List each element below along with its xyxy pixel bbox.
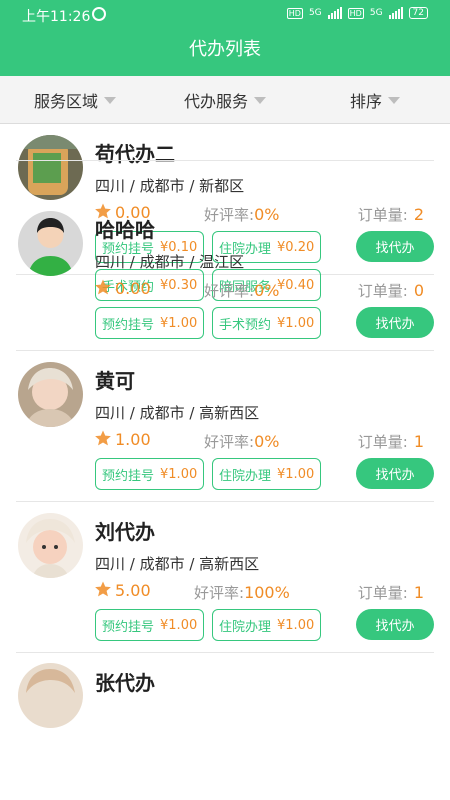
service-name: 住院办理 <box>219 468 272 484</box>
star-icon <box>95 581 111 597</box>
agent-score: 1.00 <box>115 430 151 449</box>
signal-icon <box>327 7 342 19</box>
filter-area-label: 服务区域 <box>33 91 98 111</box>
list-item[interactable]: 刘代办 四川 / 成都市 / 高新西区 5.00 好评率:100% 订单量: 1 … <box>16 502 434 653</box>
agent-list: 苟代办二 四川 / 成都市 / 新都区 0.00 好评率:0% 订单量: 2 预约… <box>0 124 450 728</box>
agent-score: 0.00 <box>115 279 151 298</box>
orders-field: 订单量: 1 <box>358 582 424 603</box>
filter-sort-label: 排序 <box>349 91 382 111</box>
rate-label: 好评率: <box>204 282 255 300</box>
avatar <box>18 513 83 578</box>
network-label: 5G <box>369 8 383 18</box>
service-tag: 预约挂号 ¥1.00 <box>95 609 205 641</box>
filter-bar: 服务区域 代办服务 排序 <box>0 76 450 124</box>
orders-field: 订单量: 1 <box>358 431 424 452</box>
status-icons: HD 5G HD 5G 72 <box>286 7 428 19</box>
list-item[interactable]: 黄可 四川 / 成都市 / 高新西区 1.00 好评率:0% 订单量: 1 预约挂… <box>16 351 434 502</box>
orders-value: 1 <box>413 583 424 602</box>
filter-service[interactable]: 代办服务 <box>150 76 300 123</box>
service-name: 住院办理 <box>219 619 272 635</box>
rate-field: 好评率:0% <box>204 280 279 301</box>
hd-icon: HD <box>347 7 364 19</box>
star-icon <box>95 279 111 295</box>
battery-icon: 72 <box>408 7 428 19</box>
network-label: 5G <box>308 8 322 18</box>
avatar <box>18 211 83 276</box>
orders-label: 订单量: <box>357 282 408 300</box>
agent-location: 四川 / 成都市 / 高新西区 <box>95 404 260 422</box>
orders-label: 订单量: <box>357 584 408 602</box>
rate-field: 好评率:0% <box>204 431 279 452</box>
service-price: ¥1.00 <box>160 617 198 633</box>
orders-field: 订单量: 0 <box>358 280 424 301</box>
filter-service-label: 代办服务 <box>183 91 248 111</box>
service-tag: 预约挂号 ¥1.00 <box>95 307 205 339</box>
service-tag: 住院办理 ¥1.00 <box>212 458 322 490</box>
rate-field: 好评率:100% <box>194 582 290 603</box>
agent-name: 刘代办 <box>95 520 155 544</box>
service-price: ¥1.00 <box>160 466 198 482</box>
agent-location: 四川 / 成都市 / 新都区 <box>95 177 245 195</box>
service-name: 手术预约 <box>219 317 272 333</box>
orders-value: 1 <box>413 432 424 451</box>
service-price: ¥1.00 <box>160 315 198 331</box>
hd-icon: HD <box>286 7 303 19</box>
find-agent-button[interactable]: 找代办 <box>356 307 434 338</box>
service-price: ¥1.00 <box>277 466 315 482</box>
alarm-icon <box>92 7 106 21</box>
service-tag: 手术预约 ¥1.00 <box>212 307 322 339</box>
dropdown-arrow-icon <box>104 97 116 104</box>
status-time: 上午11:26 <box>22 9 91 25</box>
filter-sort[interactable]: 排序 <box>300 76 450 123</box>
agent-location: 四川 / 成都市 / 温江区 <box>95 253 245 271</box>
service-tag: 住院办理 ¥1.00 <box>212 609 322 641</box>
signal-icon <box>388 7 403 19</box>
service-price: ¥1.00 <box>277 315 315 331</box>
filter-area[interactable]: 服务区域 <box>0 76 150 123</box>
agent-name: 黄可 <box>95 369 135 393</box>
service-name: 预约挂号 <box>102 619 155 635</box>
list-item[interactable]: 张代办 <box>16 653 434 728</box>
orders-value: 0 <box>413 281 424 300</box>
find-agent-button[interactable]: 找代办 <box>356 458 434 489</box>
list-item[interactable]: 哈哈哈 四川 / 成都市 / 温江区 0.00 好评率:0% 订单量: 0 预约挂… <box>16 200 434 351</box>
orders-label: 订单量: <box>357 433 408 451</box>
rate-label: 好评率: <box>194 584 245 602</box>
agent-score: 5.00 <box>115 581 151 600</box>
page-title: 代办列表 <box>0 30 450 76</box>
agent-location: 四川 / 成都市 / 高新西区 <box>95 555 260 573</box>
dropdown-arrow-icon <box>254 97 266 104</box>
status-bar: 上午11:26 HD 5G HD 5G 72 <box>0 0 450 30</box>
find-agent-button[interactable]: 找代办 <box>356 609 434 640</box>
rate-value: 0% <box>254 281 280 300</box>
dropdown-arrow-icon <box>388 97 400 104</box>
rate-value: 0% <box>254 432 280 451</box>
service-name: 预约挂号 <box>102 317 155 333</box>
agent-name: 张代办 <box>95 671 155 695</box>
agent-name: 哈哈哈 <box>95 218 155 242</box>
service-price: ¥1.00 <box>277 617 315 633</box>
star-icon <box>95 430 111 446</box>
service-name: 预约挂号 <box>102 468 155 484</box>
service-tag: 预约挂号 ¥1.00 <box>95 458 205 490</box>
rate-label: 好评率: <box>204 433 255 451</box>
avatar <box>18 362 83 427</box>
rate-value: 100% <box>244 583 290 602</box>
avatar <box>18 663 83 728</box>
